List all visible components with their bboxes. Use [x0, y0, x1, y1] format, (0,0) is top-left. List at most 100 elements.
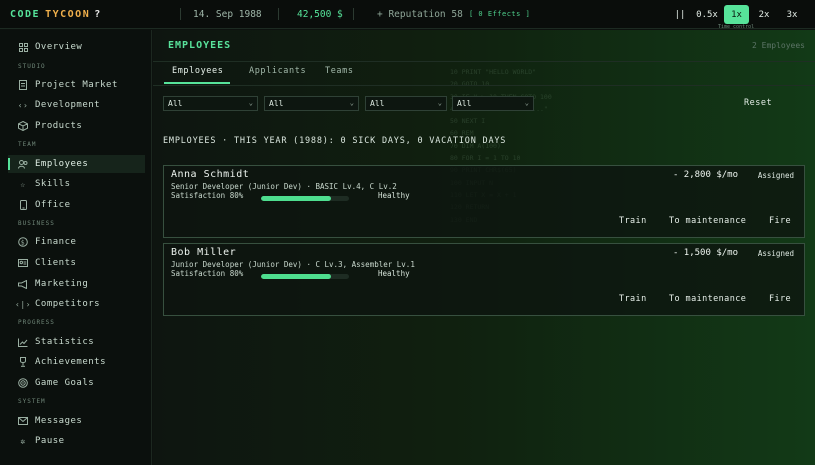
chevron-down-icon: ⌄ — [437, 99, 442, 107]
sidebar-item-marketing[interactable]: Marketing — [8, 275, 145, 293]
health-status: Healthy — [378, 269, 410, 278]
sidebar-item-label: Statistics — [35, 337, 95, 347]
sidebar-item-label: Office — [35, 200, 71, 210]
filter-select-4[interactable]: All ⌄ — [452, 96, 534, 111]
megaphone-icon — [18, 279, 28, 289]
code-icon: ‹› — [17, 100, 29, 110]
sidebar-item-label: Clients — [35, 258, 77, 268]
divider — [180, 8, 181, 20]
employee-name: Anna Schmidt — [171, 169, 250, 180]
help-button[interactable]: ? — [94, 9, 102, 20]
section-system: SYSTEM — [18, 398, 46, 405]
sidebar-item-clients[interactable]: Clients — [8, 254, 145, 272]
summary-heading: EMPLOYEES · THIS YEAR (1988): 0 SICK DAY… — [163, 136, 507, 146]
sidebar-item-finance[interactable]: $ Finance — [8, 233, 145, 251]
target-icon — [18, 378, 28, 388]
logo-code: CODE — [10, 8, 41, 20]
divider — [353, 8, 354, 20]
section-team: TEAM — [18, 141, 37, 148]
filter-select-2[interactable]: All ⌄ — [264, 96, 359, 111]
grid-icon — [18, 42, 28, 52]
train-button[interactable]: Train — [619, 294, 647, 304]
chevron-down-icon: ⌄ — [349, 99, 354, 107]
sidebar-item-messages[interactable]: Messages — [8, 412, 145, 430]
pause-icon: || — [674, 9, 686, 20]
train-button[interactable]: Train — [619, 216, 647, 226]
coin-icon: $ — [18, 237, 28, 247]
id-card-icon — [18, 258, 28, 268]
app-logo[interactable]: CODE TYCOON ? — [10, 9, 180, 20]
employee-name: Bob Miller — [171, 247, 237, 258]
section-studio: STUDIO — [18, 63, 46, 70]
satisfaction-label: Satisfaction 80% — [171, 269, 244, 278]
satisfaction-bar-fill — [261, 196, 332, 201]
logo-tycoon: TYCOON — [45, 8, 91, 20]
satisfaction-bar — [261, 196, 349, 201]
mail-icon — [18, 416, 28, 426]
speed-2x-button[interactable]: 2x — [753, 5, 775, 24]
sidebar-item-label: Pause — [35, 436, 65, 446]
trophy-icon — [18, 357, 28, 367]
sidebar-item-label: Skills — [35, 179, 71, 189]
filter-value: All — [457, 99, 472, 108]
status-badge: Assigned — [757, 249, 794, 258]
filter-select-1[interactable]: All ⌄ — [163, 96, 258, 111]
users-icon — [18, 159, 28, 169]
tab-applicants[interactable]: Applicants — [249, 66, 306, 76]
chevron-down-icon: ⌄ — [524, 99, 529, 107]
pause-button[interactable]: || — [671, 5, 689, 24]
filter-value: All — [269, 99, 284, 108]
page-header: EMPLOYEES 2 Employees — [153, 30, 815, 62]
section-progress: PROGRESS — [18, 319, 55, 326]
sidebar-item-pause[interactable]: ✲ Pause — [8, 432, 145, 450]
sidebar-item-competitors[interactable]: ‹|› Competitors — [8, 295, 145, 313]
sidebar-item-label: Finance — [35, 237, 77, 247]
employee-count: 2 Employees — [752, 41, 805, 50]
fire-button[interactable]: Fire — [769, 294, 791, 304]
to-maintenance-button[interactable]: To maintenance — [669, 216, 746, 226]
sidebar-item-project-market[interactable]: Project Market — [8, 76, 145, 94]
chart-line-icon — [18, 337, 28, 347]
sidebar-item-label: Marketing — [35, 279, 89, 289]
sidebar-item-label: Employees — [35, 159, 89, 169]
active-tab-indicator — [164, 82, 230, 84]
employee-card: Anna Schmidt Senior Developer (Junior De… — [163, 165, 805, 238]
tab-teams[interactable]: Teams — [325, 66, 354, 76]
to-maintenance-button[interactable]: To maintenance — [669, 294, 746, 304]
sidebar-item-skills[interactable]: ☆ Skills — [8, 175, 145, 193]
box-icon — [18, 121, 28, 131]
sidebar-item-label: Overview — [35, 42, 83, 52]
tab-employees[interactable]: Employees — [172, 66, 223, 76]
sidebar-item-employees[interactable]: Employees — [8, 155, 145, 173]
sidebar-item-products[interactable]: Products — [8, 117, 145, 135]
versus-icon: ‹|› — [15, 299, 31, 309]
svg-text:$: $ — [21, 239, 25, 246]
reset-button[interactable]: Reset — [744, 98, 772, 108]
sidebar-item-game-goals[interactable]: Game Goals — [8, 374, 145, 392]
employee-card: Bob Miller Junior Developer (Junior Dev)… — [163, 243, 805, 316]
filter-select-3[interactable]: All ⌄ — [365, 96, 447, 111]
sidebar-item-label: Products — [35, 121, 83, 131]
sidebar-item-label: Messages — [35, 416, 83, 426]
tabs-divider — [153, 85, 815, 86]
effects-link[interactable]: [ 0 Effects ] — [469, 10, 530, 18]
top-bar: CODE TYCOON ? 14. Sep 1988 42,500 $ + Re… — [0, 0, 815, 30]
sidebar: Overview STUDIO Project Market ‹› Develo… — [0, 30, 152, 465]
sidebar-item-development[interactable]: ‹› Development — [8, 96, 145, 114]
employee-role: Junior Developer (Junior Dev) · C Lv.3, … — [171, 260, 415, 269]
speed-0-5x-button[interactable]: 0.5x — [694, 5, 720, 24]
sidebar-item-achievements[interactable]: Achievements — [8, 353, 145, 371]
satisfaction-bar — [261, 274, 349, 279]
fire-button[interactable]: Fire — [769, 216, 791, 226]
sidebar-item-statistics[interactable]: Statistics — [8, 333, 145, 351]
phone-icon — [18, 200, 28, 210]
sidebar-item-office[interactable]: Office — [8, 196, 145, 214]
chevron-down-icon: ⌄ — [248, 99, 253, 107]
reputation-display: + Reputation 58 — [377, 9, 463, 20]
speed-1x-button[interactable]: 1x — [724, 5, 749, 24]
filter-value: All — [370, 99, 385, 108]
speed-3x-button[interactable]: 3x — [781, 5, 803, 24]
salary: - 2,800 $/mo — [672, 170, 738, 180]
employee-role: Senior Developer (Junior Dev) · BASIC Lv… — [171, 182, 397, 191]
sidebar-item-overview[interactable]: Overview — [8, 38, 145, 56]
